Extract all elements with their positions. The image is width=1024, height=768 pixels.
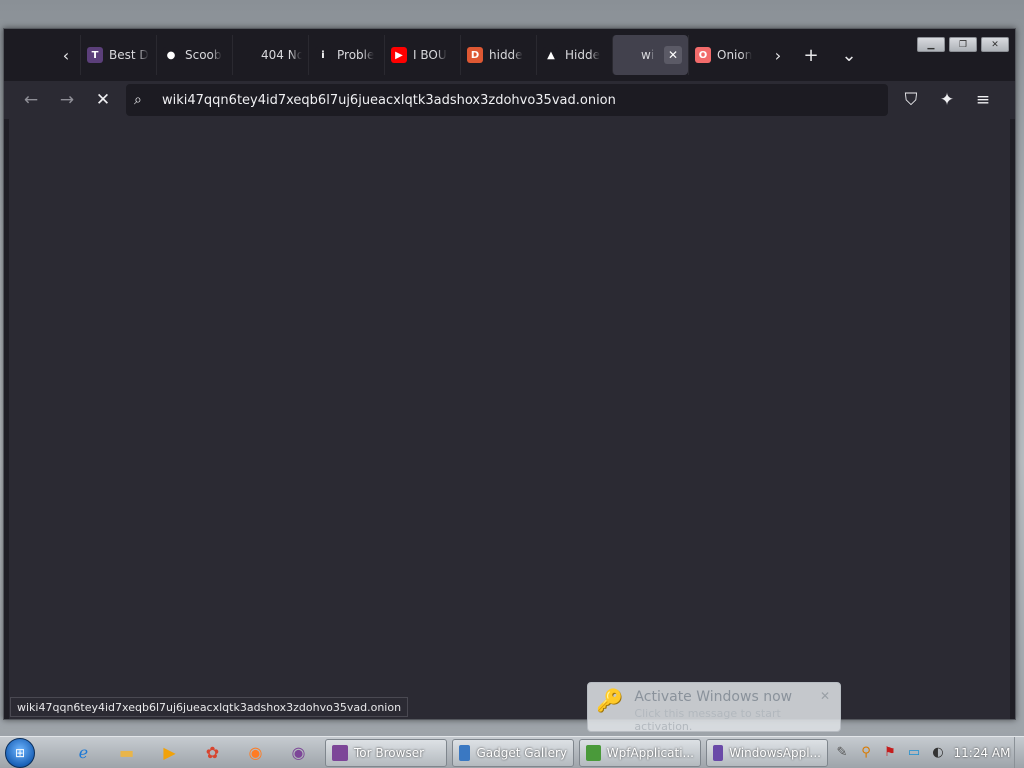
search-icon: ⌕: [134, 92, 142, 108]
tab-bar: ‹ T Best D ● Scoob 404 Not Fo i Proble ▶ I BOU Dh…: [4, 29, 1015, 81]
tab-title: hidde: [489, 48, 523, 62]
gadget-icon[interactable]: ✿: [191, 737, 234, 768]
taskbar-button-label: WpfApplicati...: [606, 745, 694, 760]
taskbar-button-label: Gadget Gallery: [476, 745, 567, 760]
page-content: [9, 119, 1010, 719]
tab-title: I BOU: [413, 48, 447, 62]
tray-network-icon[interactable]: ▭: [902, 743, 926, 763]
windows-logo-icon: ⊞: [5, 737, 35, 768]
activation-subtitle: Click this message to start activation.: [634, 707, 781, 733]
t-logo-icon: T: [87, 47, 103, 63]
duckduckgo-icon: D: [467, 47, 483, 63]
url-text: wiki47qqn6tey4id7xeqb6l7uj6jueacxlqtk3ad…: [162, 92, 616, 108]
tray-tool-icon[interactable]: ✎: [830, 743, 854, 763]
address-bar[interactable]: ⌕ wiki47qqn6tey4id7xeqb6l7uj6jueacxlqtk3…: [126, 84, 888, 116]
tab-title: Hidde: [565, 48, 600, 62]
status-bar-url: wiki47qqn6tey4id7xeqb6l7uj6jueacxlqtk3ad…: [10, 697, 409, 717]
tab-title: Scoob: [185, 48, 222, 62]
navigation-bar: ← → ✕ ⌕ wiki47qqn6tey4id7xeqb6l7uj6jueac…: [4, 81, 1015, 119]
tab-title: wi: [641, 48, 655, 62]
key-icon: 🔑: [596, 689, 624, 714]
tab[interactable]: 404 Not Fo: [232, 35, 308, 75]
tab-title: Proble: [337, 48, 375, 62]
gadget-icon: [459, 744, 471, 761]
new-tab-button[interactable]: +: [792, 35, 830, 75]
folder-icon[interactable]: ▬: [105, 737, 148, 768]
stop-loading-button[interactable]: ✕: [88, 85, 118, 115]
tab[interactable]: i Proble: [308, 35, 384, 75]
back-button[interactable]: ←: [16, 85, 46, 115]
tray-flag-icon[interactable]: ⚑: [878, 743, 902, 763]
clock[interactable]: 11:24 AM: [950, 746, 1014, 760]
task-buttons: Tor Browser Gadget Gallery WpfApplicati...…: [320, 738, 828, 767]
tab[interactable]: ● Scoob: [156, 35, 232, 75]
taskbar-button[interactable]: WpfApplicati...: [579, 738, 701, 767]
minimize-button[interactable]: ▁: [917, 37, 945, 52]
tab-title: Onion: [717, 48, 753, 62]
tab[interactable]: ▶ I BOU: [384, 35, 460, 75]
media-player-icon[interactable]: ▶: [148, 737, 191, 768]
close-tab-icon[interactable]: ✕: [664, 46, 682, 64]
new-identity-icon[interactable]: ✦: [932, 85, 962, 115]
close-icon[interactable]: ✕: [820, 689, 830, 703]
close-button[interactable]: ✕: [981, 37, 1009, 52]
internet-explorer-icon[interactable]: ℯ: [62, 737, 105, 768]
tray-volume-icon[interactable]: ◐: [926, 743, 950, 763]
activation-title: Activate Windows now: [634, 689, 793, 705]
hidden-icon: ▲: [543, 47, 559, 63]
taskbar-button[interactable]: WindowsAppl...: [706, 738, 828, 767]
scoob-icon: ●: [163, 47, 179, 63]
vs-icon: [713, 744, 724, 761]
tab-strip: T Best D ● Scoob 404 Not Fo i Proble ▶ I BOU Dhid…: [80, 35, 764, 75]
tab[interactable]: T Best D: [80, 35, 156, 75]
wpf-icon: [586, 744, 601, 761]
info-icon: i: [315, 47, 331, 63]
tor-quicklaunch-icon[interactable]: ◉: [277, 737, 320, 768]
firefox-icon[interactable]: ◉: [234, 737, 277, 768]
activate-windows-popup[interactable]: 🔑 Activate Windows now Click this messag…: [587, 682, 841, 733]
restore-button[interactable]: ❐: [949, 37, 977, 52]
quick-launch: ℯ ▬ ▶ ✿ ◉ ◉: [62, 737, 320, 768]
browser-window: ‹ T Best D ● Scoob 404 Not Fo i Proble ▶ I BOU Dh…: [3, 28, 1016, 720]
list-all-tabs-button[interactable]: ⌄: [830, 35, 868, 75]
blank-icon: [239, 47, 255, 63]
tab-title: 404 Not Fo: [261, 48, 302, 62]
taskbar: ⊞ ℯ ▬ ▶ ✿ ◉ ◉ Tor Browser Gadget Gallery W…: [0, 736, 1024, 768]
loading-icon: [619, 47, 635, 63]
tab[interactable]: O Onion: [688, 35, 764, 75]
tab-title: Best D: [109, 48, 149, 62]
forward-button[interactable]: →: [52, 85, 82, 115]
onion-icon: O: [695, 47, 711, 63]
tab[interactable]: Dhidde: [460, 35, 536, 75]
youtube-icon: ▶: [391, 47, 407, 63]
taskbar-button-label: WindowsAppl...: [729, 745, 821, 760]
menu-icon[interactable]: ≡: [968, 85, 998, 115]
tab[interactable]: wi ✕: [612, 35, 688, 75]
taskbar-button-label: Tor Browser: [354, 745, 425, 760]
taskbar-button[interactable]: Gadget Gallery: [452, 738, 574, 767]
scroll-tabs-right-button[interactable]: ›: [764, 35, 792, 75]
scroll-tabs-left-button[interactable]: ‹: [52, 35, 80, 75]
start-button[interactable]: ⊞: [0, 737, 40, 768]
tray-search-icon[interactable]: ⚲: [854, 743, 878, 763]
tor-icon: [332, 744, 348, 761]
tab[interactable]: ▲ Hidde: [536, 35, 612, 75]
taskbar-button[interactable]: Tor Browser: [325, 738, 447, 767]
shield-icon[interactable]: ⛉: [896, 85, 926, 115]
window-controls: ▁ ❐ ✕: [917, 37, 1009, 52]
system-tray: ✎ ⚲ ⚑ ▭ ◐ 11:24 AM: [830, 736, 1024, 768]
show-desktop-button[interactable]: [1014, 736, 1024, 768]
